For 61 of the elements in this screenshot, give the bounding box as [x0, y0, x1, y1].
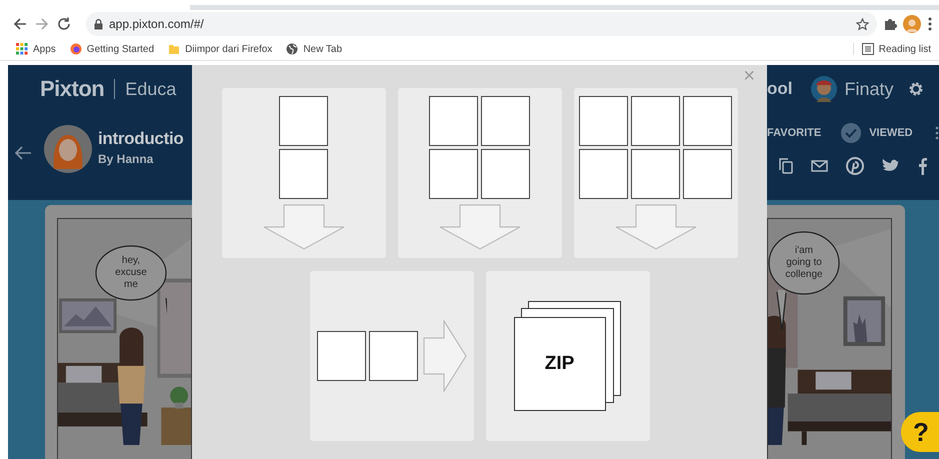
- apps-grid-icon: [16, 43, 28, 55]
- bookmark-link[interactable]: New Tab: [303, 44, 342, 54]
- school-name: ool: [767, 79, 792, 99]
- bubble-text: hey, excuse me: [114, 255, 148, 291]
- reading-list-icon: [862, 43, 874, 55]
- comic-panel-icon: [683, 149, 732, 199]
- comic-panel-icon: [279, 96, 328, 146]
- back-arrow-icon[interactable]: [14, 145, 32, 161]
- pinterest-icon[interactable]: [846, 157, 864, 175]
- export-option-card[interactable]: ZIP: [486, 271, 650, 441]
- globe-icon: [286, 43, 298, 55]
- profile-avatar[interactable]: [903, 15, 921, 33]
- export-option-card[interactable]: [398, 88, 562, 258]
- back-icon[interactable]: [12, 16, 28, 32]
- reload-icon[interactable]: [56, 16, 72, 32]
- product-name: Educa: [125, 78, 176, 100]
- author-avatar: [44, 125, 92, 173]
- bubble-text: i'am going to collenge: [784, 245, 824, 281]
- comic-panel-icon: [631, 149, 680, 199]
- lock-icon: [94, 18, 103, 30]
- comic-panel-icon: [481, 96, 530, 146]
- comic-panel-icon: [429, 96, 478, 146]
- check-circle-icon: [841, 123, 862, 143]
- twitter-icon[interactable]: [882, 158, 900, 174]
- menu-icon[interactable]: [927, 16, 933, 32]
- settings-icon[interactable]: [908, 81, 924, 97]
- zip-file-label: ZIP: [514, 317, 606, 411]
- bookmark-link[interactable]: Diimpor dari Firefox: [185, 44, 272, 54]
- down-arrow-icon: [438, 204, 520, 250]
- action-button[interactable]: VIEWED: [869, 127, 913, 139]
- comic-panel-icon: [429, 149, 478, 199]
- help-button[interactable]: ?: [901, 412, 939, 452]
- comic-panel-icon: [579, 96, 628, 146]
- puzzle-icon[interactable]: [883, 17, 897, 31]
- user-avatar[interactable]: [810, 76, 836, 102]
- comic-panel-icon: [279, 149, 328, 199]
- bookmark-link[interactable]: Apps: [33, 44, 56, 54]
- reading-list-link[interactable]: Reading list: [878, 44, 931, 54]
- down-arrow-icon: [614, 204, 696, 250]
- author-name: By Hanna: [98, 152, 154, 166]
- bookmark-link[interactable]: Getting Started: [86, 44, 154, 54]
- copy-icon[interactable]: [779, 158, 793, 174]
- comic-panel-icon: [683, 96, 732, 146]
- comic-panel-icon: [316, 331, 366, 381]
- right-arrow-icon: [422, 320, 466, 392]
- comic-title: introductio: [98, 129, 184, 149]
- mail-icon[interactable]: [811, 160, 828, 172]
- comic-panel-icon: [481, 149, 530, 199]
- comic-panel-icon: [579, 149, 628, 199]
- folder-icon: [168, 43, 180, 55]
- comic-panel-icon: [631, 96, 680, 146]
- pixton-logo[interactable]: Pixton: [40, 76, 104, 102]
- export-option-card[interactable]: [574, 88, 738, 258]
- user-name[interactable]: Finaty: [844, 78, 894, 100]
- address-bar[interactable]: app.pixton.com/#/: [86, 12, 877, 36]
- star-icon[interactable]: [856, 18, 869, 30]
- action-button[interactable]: FAVORITE: [767, 127, 822, 139]
- comic-panel-icon: [368, 331, 418, 381]
- facebook-icon[interactable]: [918, 158, 927, 174]
- down-arrow-icon: [262, 204, 344, 250]
- more-icon[interactable]: [934, 126, 939, 140]
